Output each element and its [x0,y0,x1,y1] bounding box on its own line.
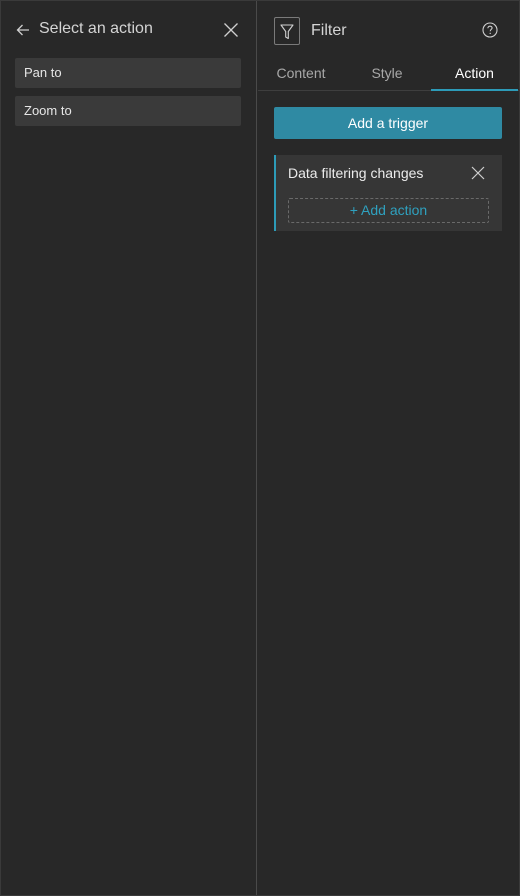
action-item-pan-to[interactable]: Pan to [15,58,241,88]
arrow-left-icon[interactable] [15,22,31,38]
select-action-header: Select an action [1,1,257,57]
action-item-zoom-to[interactable]: Zoom to [15,96,241,126]
select-action-panel: Select an action Pan to Zoom to [1,1,257,895]
add-action-button[interactable]: + Add action [288,198,489,223]
help-circle-icon[interactable] [482,22,498,38]
widget-icon-frame [274,17,300,45]
trigger-title: Data filtering changes [288,165,424,181]
widget-title: Filter [311,22,347,39]
tab-style[interactable]: Style [344,57,430,90]
app-frame: Select an action Pan to Zoom to Filter C… [0,0,520,896]
add-trigger-button[interactable]: Add a trigger [274,107,502,139]
panel-title: Select an action [39,20,153,37]
filter-funnel-icon [280,24,294,40]
tab-content[interactable]: Content [258,57,344,90]
widget-settings-panel: Filter Content Style Action Add a trigge… [258,1,519,895]
trigger-card: Data filtering changes + Add action [274,155,502,231]
settings-tabs: Content Style Action [258,57,519,91]
close-icon[interactable] [471,166,485,180]
close-icon[interactable] [223,22,239,38]
tab-action[interactable]: Action [431,57,518,91]
